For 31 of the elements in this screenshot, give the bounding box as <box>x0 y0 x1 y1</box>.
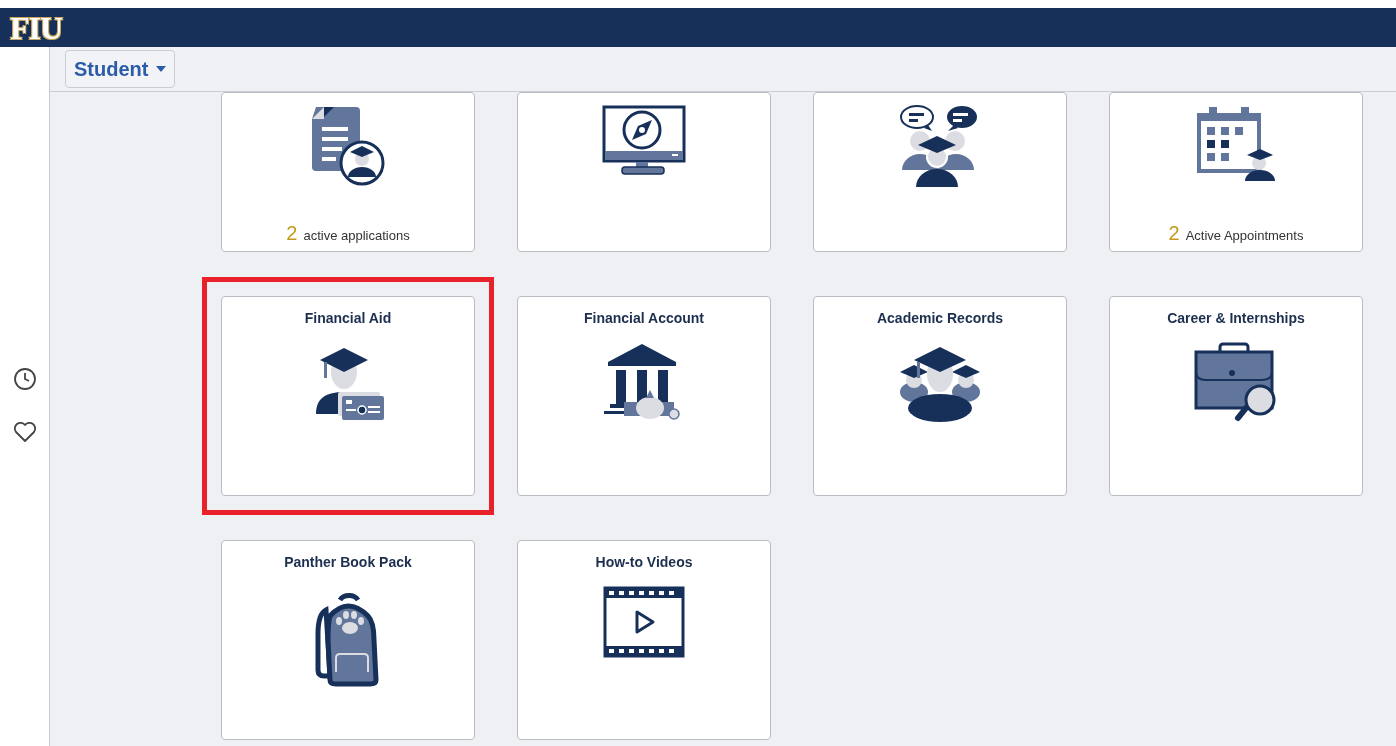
tile[interactable]: Financial Aid <box>221 296 475 496</box>
count-label: active applications <box>303 228 410 243</box>
tile[interactable]: 2 Active Appointments <box>1109 92 1363 252</box>
caret-icon <box>156 66 167 72</box>
tile[interactable]: Academic Records <box>813 296 1067 496</box>
history-icon[interactable] <box>12 367 37 391</box>
tile-title: How-to Videos <box>595 554 693 570</box>
tile[interactable]: Financial Account <box>517 296 771 496</box>
advisors-icon <box>900 105 980 189</box>
tile-title: Financial Account <box>583 310 705 326</box>
tile[interactable] <box>813 92 1067 252</box>
video-play-icon <box>603 586 685 658</box>
favorites-icon[interactable] <box>12 421 37 443</box>
count-label: Active Appointments <box>1185 228 1304 243</box>
tile-title: Career & Internships <box>1167 310 1305 326</box>
monitor-compass-icon <box>602 105 686 177</box>
application-document-icon <box>310 105 386 187</box>
student-menu-button[interactable]: Student <box>65 50 176 88</box>
tile[interactable] <box>517 92 771 252</box>
tile[interactable]: 2 active applications <box>221 92 475 252</box>
briefcase-search-icon <box>1194 342 1278 424</box>
logo[interactable]: FIU <box>10 11 63 44</box>
tile[interactable]: Panther Book Pack <box>221 540 475 740</box>
calendar-icon <box>1195 105 1277 183</box>
count: 2 <box>286 222 298 245</box>
tile-title: Panther Book Pack <box>284 554 412 570</box>
tile[interactable]: Career & Internships <box>1109 296 1363 496</box>
tile-title: Financial Aid <box>304 310 392 326</box>
count: 2 <box>1168 222 1180 245</box>
tile-title: Academic Records <box>876 310 1004 326</box>
tile[interactable]: How-to Videos <box>517 540 771 740</box>
